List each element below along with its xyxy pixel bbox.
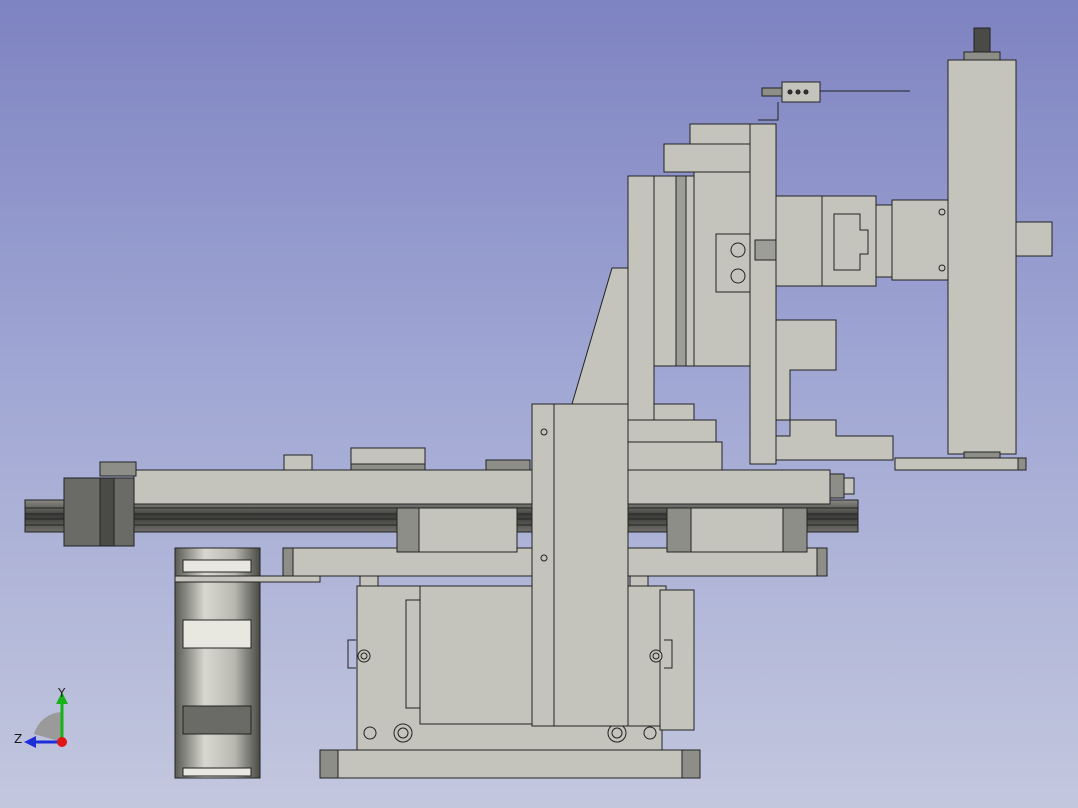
sensor	[758, 81, 910, 121]
base-plate	[319, 749, 701, 779]
axis-triad-graphic	[24, 692, 68, 748]
y-axis-label: Y	[58, 686, 66, 700]
cad-model-view[interactable]	[0, 0, 1078, 808]
support-gusset	[571, 175, 655, 421]
cylinder-drum	[174, 547, 321, 779]
vertical-arm	[947, 27, 1017, 459]
3d-viewport[interactable]: Y Z	[0, 0, 1078, 808]
motor-housing	[347, 585, 695, 751]
rotary-actuator	[754, 195, 893, 287]
axis-triad: Y Z	[14, 684, 78, 748]
upper-beam	[99, 447, 855, 505]
z-axis-label: Z	[14, 732, 23, 746]
